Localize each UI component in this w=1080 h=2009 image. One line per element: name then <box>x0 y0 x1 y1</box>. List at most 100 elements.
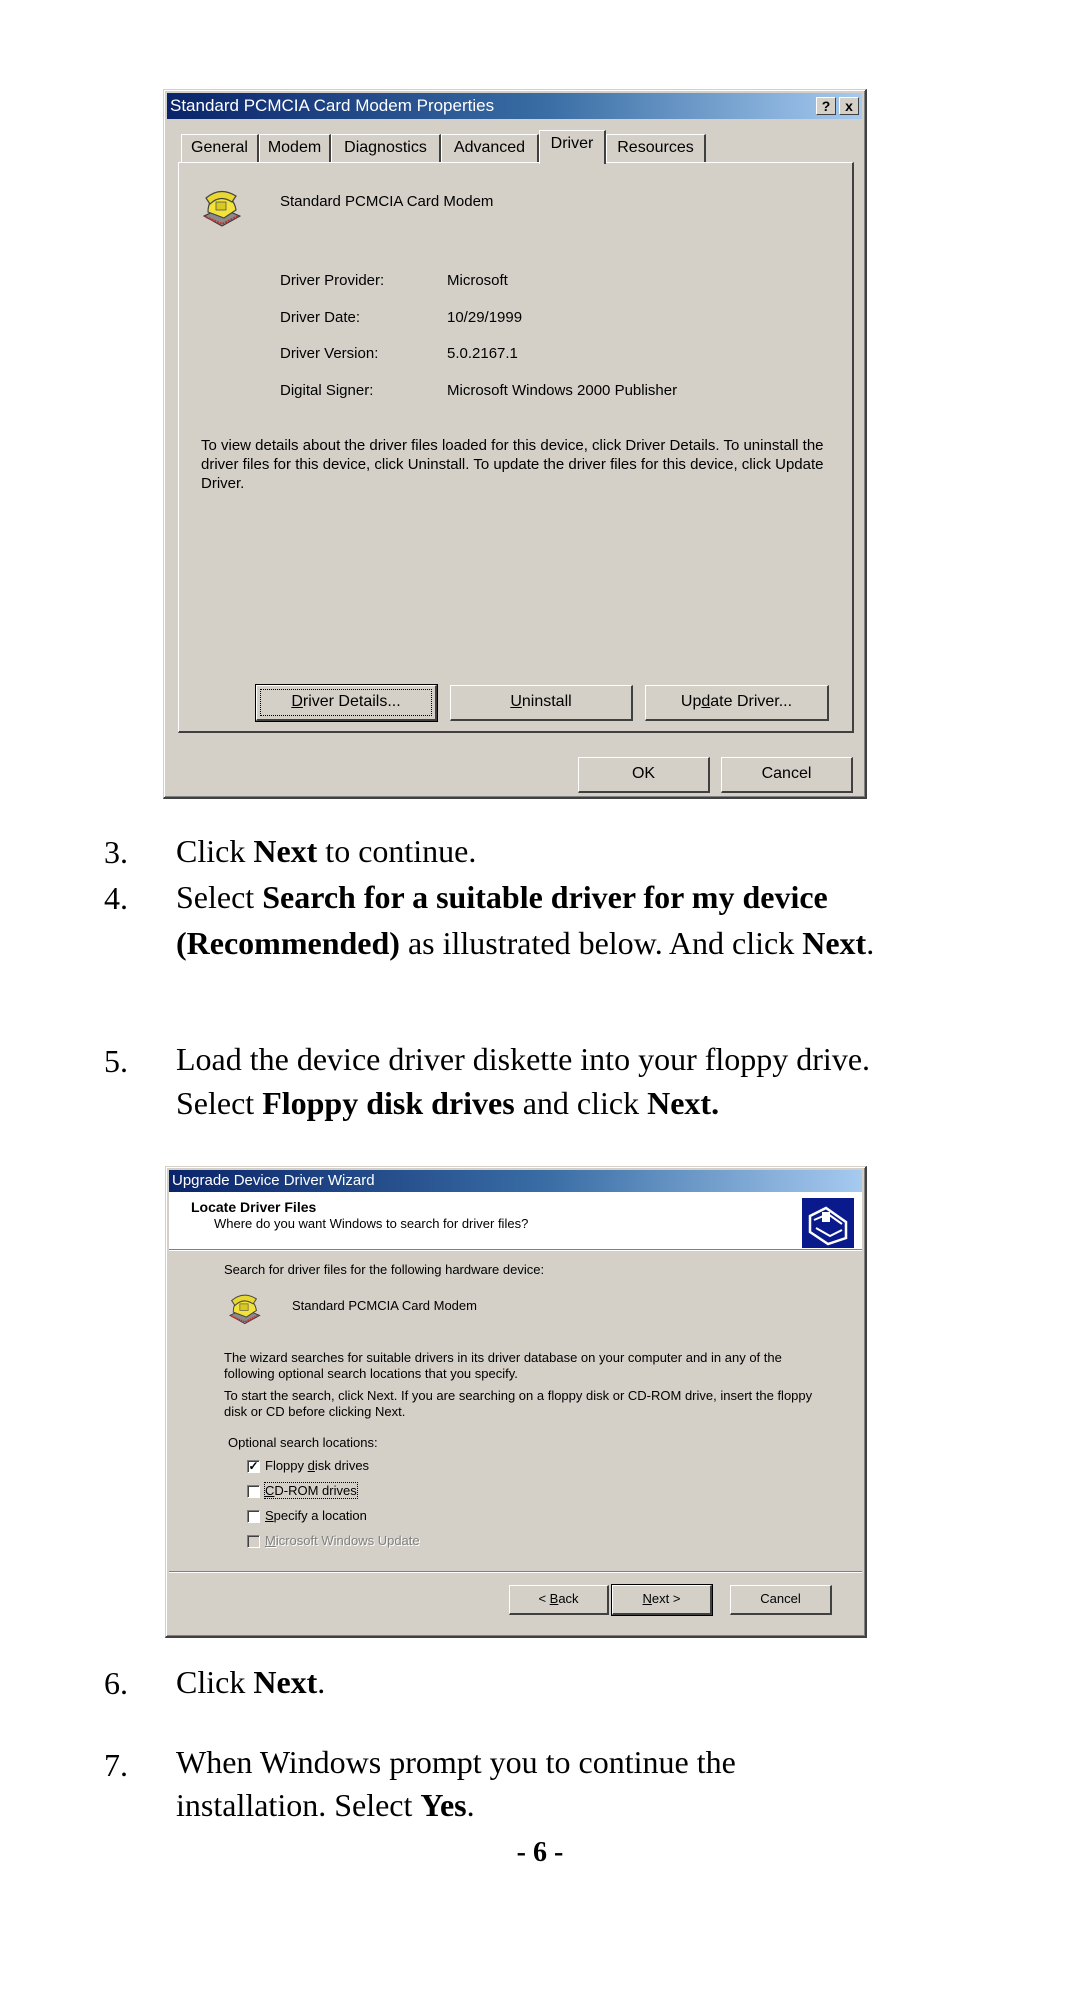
step-text: . <box>466 1787 475 1823</box>
label-text: isk drives <box>314 1458 370 1473</box>
tab-label: Modem <box>267 139 322 156</box>
next-button[interactable]: Next > <box>611 1584 713 1616</box>
mnemonic: U <box>510 693 522 710</box>
driver-date-value: 10/29/1999 <box>447 309 523 326</box>
button-label: ate Driver... <box>710 693 793 710</box>
step-text: Click <box>176 1664 254 1700</box>
step-4-text: Select Search for a suitable driver for … <box>176 874 946 966</box>
back-button[interactable]: < Back <box>509 1585 609 1615</box>
driver-version-label: Driver Version: <box>280 345 379 362</box>
emphasis-text: Next <box>253 833 318 869</box>
step-text: as illustrated below. And click <box>399 925 803 961</box>
header-subtitle: Where do you want Windows to search for … <box>214 1216 529 1231</box>
driver-description: To view details about the driver files l… <box>201 437 824 492</box>
tab-label: Diagnostics <box>344 139 427 156</box>
step-text: Select <box>176 879 263 915</box>
wizard-paragraph-1: The wizard searches for suitable drivers… <box>224 1350 782 1381</box>
button-label: OK <box>631 765 656 782</box>
tab-general[interactable]: General <box>181 134 259 162</box>
title-bar[interactable]: Standard PCMCIA Card Modem Properties ? … <box>167 93 862 119</box>
digital-signer-label: Digital Signer: <box>280 382 374 399</box>
close-button[interactable]: x <box>839 97 859 115</box>
tab-advanced[interactable]: Advanced <box>441 134 539 162</box>
tab-diagnostics[interactable]: Diagnostics <box>331 134 441 162</box>
driver-details-button[interactable]: Driver Details... <box>255 684 438 722</box>
step-number: 3. <box>104 834 128 870</box>
tab-driver[interactable]: Driver <box>539 130 606 164</box>
step-text: . <box>866 925 875 961</box>
tab-label: General <box>191 139 248 156</box>
floppy-checkbox[interactable]: ✓ <box>247 1460 260 1473</box>
specify-location-checkbox[interactable] <box>247 1510 260 1523</box>
wizard-hardware-icon <box>802 1198 854 1248</box>
driver-date-label: Driver Date: <box>280 309 361 326</box>
upgrade-driver-wizard-dialog: Upgrade Device Driver Wizard Locate Driv… <box>165 1166 867 1638</box>
label-text: D-ROM drives <box>274 1483 357 1498</box>
page-number: - 6 - <box>516 1837 564 1868</box>
mnemonic: N <box>642 1591 652 1606</box>
modem-phone-icon <box>229 1294 261 1325</box>
device-name: Standard PCMCIA Card Modem <box>292 1298 477 1313</box>
button-label: Up <box>680 693 702 710</box>
digital-signer-value: Microsoft Windows 2000 Publisher <box>447 382 678 399</box>
close-icon: x <box>845 98 853 114</box>
step-text: and click <box>514 1085 648 1121</box>
focus-rect <box>260 689 432 716</box>
tab-label: Driver <box>550 135 594 152</box>
title-bar[interactable]: Upgrade Device Driver Wizard <box>169 1170 862 1192</box>
specify-location-label[interactable]: Specify a location <box>265 1508 367 1523</box>
label-text: Floppy <box>265 1458 308 1473</box>
mnemonic: C <box>265 1483 275 1498</box>
dialog-title: Upgrade Device Driver Wizard <box>172 1172 375 1189</box>
step-5-text: Load the device driver diskette into you… <box>176 1037 936 1125</box>
emphasis-text: Yes <box>420 1787 467 1823</box>
mnemonic: d <box>307 1458 315 1473</box>
driver-provider-label: Driver Provider: <box>280 272 385 289</box>
step-7-text: When Windows prompt you to continue the … <box>176 1741 856 1827</box>
step-text: to continue. <box>317 833 477 869</box>
help-button[interactable]: ? <box>816 97 836 115</box>
button-label: < <box>538 1591 550 1606</box>
dialog-title: Standard PCMCIA Card Modem Properties <box>170 96 495 115</box>
emphasis-text: Floppy disk drives <box>262 1085 515 1121</box>
intro-text: Search for driver files for the followin… <box>224 1262 545 1277</box>
emphasis-text: Next <box>253 1664 318 1700</box>
button-label: Cancel <box>760 1591 801 1606</box>
emphasis-text: Next <box>802 925 867 961</box>
driver-provider-value: Microsoft <box>447 272 508 289</box>
button-label: ack <box>558 1591 579 1606</box>
device-name: Standard PCMCIA Card Modem <box>280 193 494 210</box>
tab-resources[interactable]: Resources <box>606 134 706 162</box>
wizard-paragraph-2: To start the search, click Next. If you … <box>224 1388 813 1419</box>
step-number: 5. <box>104 1043 128 1079</box>
header-title: Locate Driver Files <box>191 1199 317 1215</box>
button-separator <box>169 1571 862 1573</box>
cdrom-checkbox[interactable] <box>247 1485 260 1498</box>
wizard-header: Locate Driver Files Where do you want Wi… <box>169 1192 862 1250</box>
step-text: . <box>317 1664 326 1700</box>
floppy-option-label[interactable]: Floppy disk drives <box>265 1458 369 1473</box>
step-number: 4. <box>104 880 128 916</box>
modem-phone-icon <box>202 190 242 227</box>
mnemonic: d <box>701 693 711 710</box>
optional-locations-label: Optional search locations: <box>228 1435 378 1450</box>
cdrom-option-label[interactable]: CD-ROM drives <box>264 1482 358 1499</box>
help-icon: ? <box>821 98 831 114</box>
cancel-button[interactable]: Cancel <box>730 1585 832 1615</box>
windows-update-checkbox <box>247 1535 260 1548</box>
button-label: ext > <box>651 1591 681 1606</box>
button-label: Cancel <box>761 765 812 782</box>
windows-update-label: Microsoft Windows Update <box>265 1533 420 1548</box>
emphasis-text: Next. <box>647 1085 720 1121</box>
cancel-button[interactable]: Cancel <box>721 757 853 793</box>
label-text: pecify a location <box>273 1508 367 1523</box>
tab-modem[interactable]: Modem <box>259 134 331 162</box>
step-text: Click <box>176 833 254 869</box>
ok-button[interactable]: OK <box>578 757 710 793</box>
tab-label: Resources <box>617 139 694 156</box>
driver-version-value: 5.0.2167.1 <box>447 345 518 362</box>
button-label: ninstall <box>521 693 572 710</box>
uninstall-button[interactable]: Uninstall <box>450 685 633 721</box>
label-text: icrosoft Windows Update <box>275 1533 420 1548</box>
update-driver-button[interactable]: Update Driver... <box>645 685 829 721</box>
